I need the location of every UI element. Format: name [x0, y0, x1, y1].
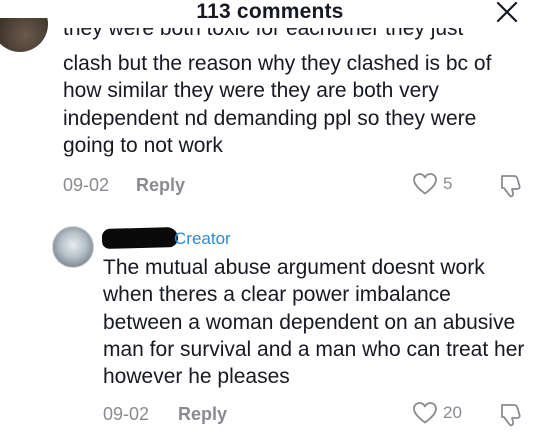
reply-button[interactable]: Reply	[136, 175, 185, 196]
heart-icon	[413, 173, 437, 195]
like-button[interactable]: 20	[412, 401, 462, 425]
like-count: 5	[443, 174, 453, 193]
dislike-icon[interactable]	[497, 402, 523, 428]
comments-count-title: 113 comments	[196, 0, 344, 23]
like-button[interactable]: 5	[412, 172, 452, 196]
comments-header: 113 comments	[0, 0, 540, 30]
comment-text: clash but the reason why they clashed is…	[63, 52, 492, 157]
comment-clipped-line: they were both toxic for eachother they …	[63, 28, 464, 40]
like-count: 20	[443, 403, 462, 422]
commenter-avatar[interactable]	[0, 18, 52, 56]
reply-button[interactable]: Reply	[178, 404, 227, 425]
creator-badge: Creator	[174, 229, 231, 248]
reply-comment-date: 09-02	[103, 404, 150, 424]
creator-avatar[interactable]	[52, 226, 94, 268]
close-icon[interactable]	[494, 0, 520, 26]
heart-icon	[413, 402, 437, 424]
comment-date: 09-02	[63, 175, 110, 195]
dislike-icon[interactable]	[497, 173, 523, 199]
reply-comment-text: The mutual abuse argument doesnt work wh…	[103, 256, 525, 389]
redacted-username	[101, 227, 179, 249]
